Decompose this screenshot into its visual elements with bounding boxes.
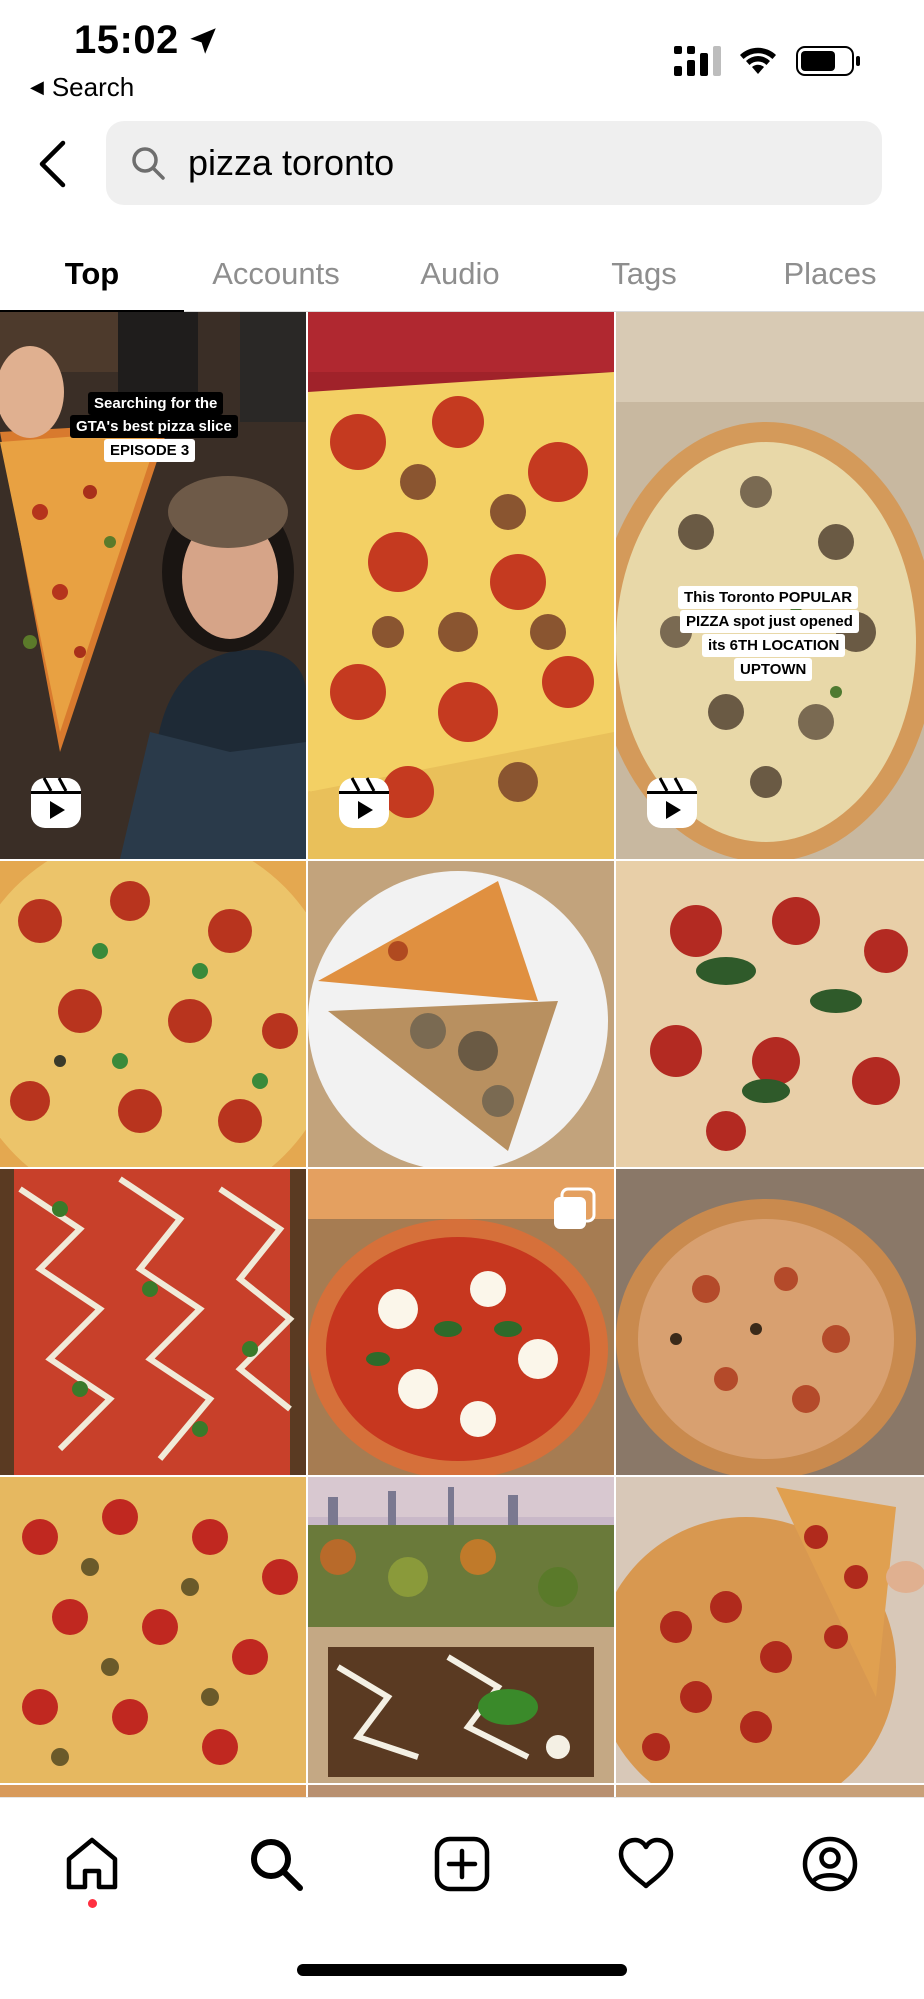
search-icon (132, 147, 165, 180)
status-time: 15:02 (74, 18, 179, 62)
grid-item-post-4[interactable] (0, 861, 306, 1167)
tab-accounts-label: Accounts (212, 256, 340, 291)
chevron-left-icon (39, 140, 66, 188)
pizza-box-skyline-thumbnail (308, 1477, 614, 1783)
back-to-search-app[interactable]: ◀ Search (30, 72, 134, 103)
grid-item-post-8[interactable] (308, 1169, 614, 1475)
reel-icon (31, 777, 81, 828)
grid-item-post-12[interactable] (616, 1477, 924, 1783)
tab-places-label: Places (783, 256, 877, 291)
back-triangle-icon: ◀ (30, 77, 44, 97)
status-bar: 15:02 ◀ Search (0, 0, 924, 110)
reel-caption-line-3: its 6TH LOCATION (702, 634, 846, 657)
grid-item-post-14[interactable] (308, 1785, 614, 1797)
neapolitan-pizza-thumbnail (616, 1169, 924, 1475)
reel-caption-line-4: UPTOWN (734, 658, 813, 681)
heart-icon (618, 1837, 674, 1889)
tab-places[interactable]: Places (736, 236, 924, 312)
location-arrow-icon (190, 28, 216, 54)
nav-activity[interactable] (614, 1832, 678, 1896)
explore-grid: Searching for the GTA's best pizza slice… (0, 312, 924, 1797)
tab-tags-label: Tags (611, 256, 677, 291)
home-indicator[interactable] (297, 1964, 627, 1976)
tab-tags[interactable]: Tags (552, 236, 736, 312)
grid-item-post-5[interactable] (308, 861, 614, 1167)
wifi-icon (740, 47, 776, 74)
tab-audio[interactable]: Audio (368, 236, 552, 312)
pepperoni-basil-pizza-thumbnail (616, 861, 924, 1167)
tab-accounts[interactable]: Accounts (184, 236, 368, 312)
tab-audio-label: Audio (420, 256, 500, 291)
reel-icon (647, 777, 697, 828)
nav-home[interactable] (60, 1832, 124, 1896)
pizza-slices-plate-thumbnail (308, 861, 614, 1167)
grid-item-reel-1[interactable]: Searching for the GTA's best pizza slice… (0, 312, 306, 859)
search-input[interactable] (188, 142, 828, 184)
square-pizza-drizzle-thumbnail (0, 1169, 306, 1475)
search-bar[interactable] (106, 121, 882, 205)
cellular-signal-icon (674, 46, 721, 76)
notification-dot (88, 1899, 97, 1908)
back-button[interactable] (28, 134, 76, 194)
search-tabs: Top Accounts Audio Tags Places (0, 236, 924, 313)
reel-caption-line-2: PIZZA spot just opened (680, 610, 859, 633)
reel-caption-line-3: EPISODE 3 (104, 439, 196, 462)
grid-item-post-6[interactable] (616, 861, 924, 1167)
reel-caption-line-2: GTA's best pizza slice (70, 415, 238, 438)
grid-item-post-10[interactable] (0, 1477, 306, 1783)
search-icon (251, 1839, 303, 1891)
grid-item-post-11[interactable] (308, 1477, 614, 1783)
bottom-navigation (0, 1797, 924, 1999)
grid-item-reel-3[interactable]: This Toronto POPULAR PIZZA spot just ope… (616, 312, 924, 859)
grid-item-post-13[interactable] (0, 1785, 306, 1797)
home-icon (66, 1837, 118, 1890)
reel-caption-line-1: Searching for the (88, 392, 224, 415)
nav-create[interactable] (430, 1832, 494, 1896)
pepperoni-jalapeno-pizza-thumbnail (0, 861, 306, 1167)
multiple-posts-icon (554, 1187, 596, 1229)
create-icon (434, 1836, 490, 1892)
pepperoni-olive-pizza-thumbnail (0, 1477, 306, 1783)
grid-item-post-9[interactable] (616, 1169, 924, 1475)
profile-icon (802, 1836, 858, 1892)
reel-icon (339, 777, 389, 828)
back-app-label: Search (51, 72, 135, 102)
pepperoni-slice-thumbnail (616, 1477, 924, 1783)
grid-item-post-7[interactable] (0, 1169, 306, 1475)
tab-top[interactable]: Top (0, 236, 184, 313)
nav-profile[interactable] (798, 1832, 862, 1896)
battery-icon (796, 46, 860, 76)
tab-top-label: Top (64, 256, 120, 291)
grid-item-reel-2[interactable] (308, 312, 614, 859)
reel-caption-line-1: This Toronto POPULAR (678, 586, 859, 609)
nav-search[interactable] (244, 1832, 308, 1896)
grid-item-post-15[interactable] (616, 1785, 924, 1797)
